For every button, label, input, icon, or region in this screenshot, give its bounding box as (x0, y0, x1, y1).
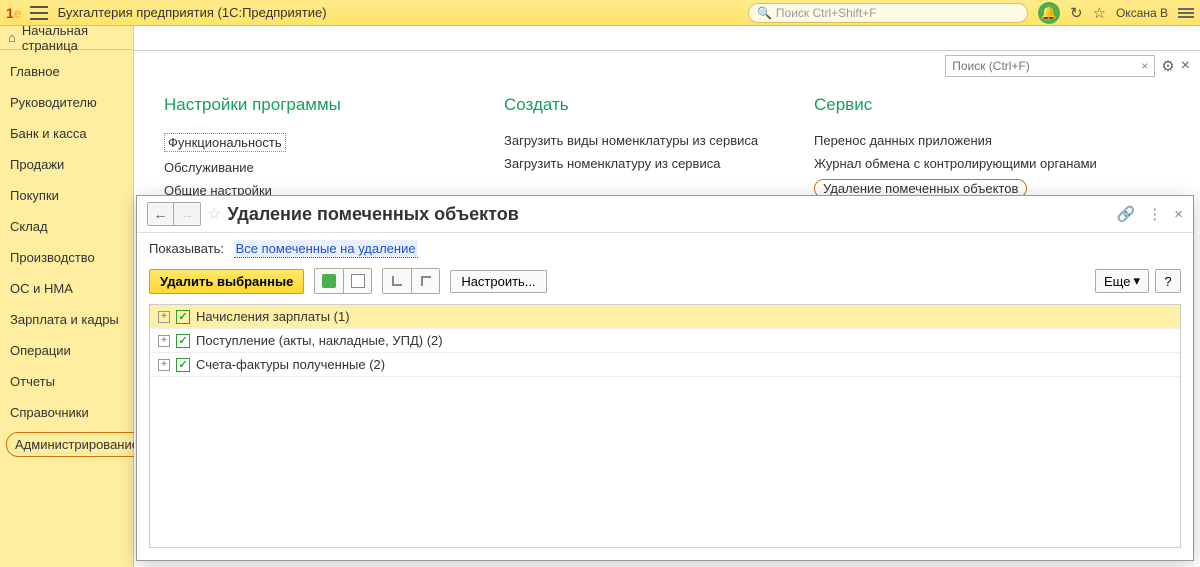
chevron-down-icon: ▾ (1133, 273, 1140, 289)
delete-selected-button[interactable]: Удалить выбранные (149, 269, 304, 294)
row-label: Поступление (акты, накладные, УПД) (2) (196, 333, 443, 348)
sidebar-item-manager[interactable]: Руководителю (0, 87, 133, 118)
section-create: Создать Загрузить виды номенклатуры из с… (504, 95, 774, 206)
close-panel-icon[interactable]: × (1181, 57, 1190, 75)
kebab-icon[interactable]: ⋮ (1147, 205, 1162, 223)
search-placeholder: Поиск Ctrl+Shift+F (776, 6, 877, 20)
sidebar-item-assets[interactable]: ОС и НМА (0, 273, 133, 304)
sidebar-item-production[interactable]: Производство (0, 242, 133, 273)
link-functionality[interactable]: Функциональность (164, 133, 464, 152)
link-exchange-journal[interactable]: Журнал обмена с контролирующими органами (814, 156, 1170, 171)
deselect-all-button[interactable] (343, 269, 371, 293)
window-title: Удаление помеченных объектов (227, 204, 1110, 225)
link-load-nomenclature[interactable]: Загрузить номенклатуру из сервиса (504, 156, 774, 171)
sidebar-item-administration[interactable]: Администрирование (6, 432, 148, 457)
tree-group (382, 268, 440, 294)
expand-icon (392, 276, 402, 286)
delete-window: ← → ☆ Удаление помеченных объектов 🔗 ⋮ ×… (136, 195, 1194, 561)
sidebar-item-purchases[interactable]: Покупки (0, 180, 133, 211)
uncheck-icon (351, 274, 365, 288)
section-title: Настройки программы (164, 95, 464, 115)
toolbar: Удалить выбранные Настроить... Еще▾ ? (137, 264, 1193, 304)
search-icon: 🔍 (757, 6, 772, 20)
collapse-tree-button[interactable] (411, 269, 439, 293)
checkbox[interactable]: ✓ (176, 334, 190, 348)
row-label: Счета-фактуры полученные (2) (196, 357, 385, 372)
sidebar-item-main[interactable]: Главное (0, 56, 133, 87)
select-group (314, 268, 372, 294)
startbar[interactable]: ⌂ Начальная страница (0, 26, 133, 50)
app-title: Бухгалтерия предприятия (1С:Предприятие) (58, 5, 748, 20)
close-icon[interactable]: × (1174, 206, 1183, 223)
more-button[interactable]: Еще▾ (1095, 269, 1149, 293)
checkbox[interactable]: ✓ (176, 358, 190, 372)
titlebar-actions: 🔔 ↻ ☆ Оксана В (1038, 2, 1194, 24)
select-all-button[interactable] (315, 269, 343, 293)
sidebar-item-sales[interactable]: Продажи (0, 149, 133, 180)
home-icon: ⌂ (8, 30, 16, 45)
checkbox[interactable]: ✓ (176, 310, 190, 324)
sidebar-item-reports[interactable]: Отчеты (0, 366, 133, 397)
tree-row[interactable]: + ✓ Поступление (акты, накладные, УПД) (… (150, 329, 1180, 353)
gear-icon[interactable]: ⚙ (1161, 57, 1174, 75)
expander-icon[interactable]: + (158, 335, 170, 347)
help-button[interactable]: ? (1155, 269, 1181, 293)
sidebar-item-salary[interactable]: Зарплата и кадры (0, 304, 133, 335)
sidebar-item-operations[interactable]: Операции (0, 335, 133, 366)
row-label: Начисления зарплаты (1) (196, 309, 350, 324)
notifications-icon[interactable]: 🔔 (1038, 2, 1060, 24)
toolbar-right: Еще▾ ? (1095, 269, 1181, 293)
nav-back-button[interactable]: ← (148, 203, 174, 225)
link-load-types[interactable]: Загрузить виды номенклатуры из сервиса (504, 133, 774, 148)
link-maintenance[interactable]: Обслуживание (164, 160, 464, 175)
link-icon[interactable]: 🔗 (1117, 205, 1136, 223)
logo-1c: 1e (6, 5, 22, 21)
section-service: Сервис Перенос данных приложения Журнал … (814, 95, 1170, 206)
titlebar: 1e Бухгалтерия предприятия (1С:Предприят… (0, 0, 1200, 26)
panel-search-input[interactable] (952, 59, 1141, 73)
section-title: Создать (504, 95, 774, 115)
filter-label: Показывать: (149, 241, 224, 256)
nav-forward-button[interactable]: → (174, 203, 200, 225)
clear-icon[interactable]: × (1141, 59, 1148, 73)
expander-icon[interactable]: + (158, 359, 170, 371)
favorite-icon[interactable]: ☆ (1093, 4, 1106, 22)
sidebar-item-bank[interactable]: Банк и касса (0, 118, 133, 149)
sidebar-item-warehouse[interactable]: Склад (0, 211, 133, 242)
tree-row[interactable]: + ✓ Счета-фактуры полученные (2) (150, 353, 1180, 377)
expand-tree-button[interactable] (383, 269, 411, 293)
window-header: ← → ☆ Удаление помеченных объектов 🔗 ⋮ × (137, 196, 1193, 233)
tree[interactable]: + ✓ Начисления зарплаты (1) + ✓ Поступле… (149, 304, 1181, 548)
sidebar-items: Главное Руководителю Банк и касса Продаж… (0, 50, 133, 467)
user-name[interactable]: Оксана В (1116, 6, 1168, 20)
collapse-icon (421, 276, 431, 286)
start-label: Начальная страница (22, 23, 125, 53)
link-data-transfer[interactable]: Перенос данных приложения (814, 133, 1170, 148)
sidebar: ⌂ Начальная страница Главное Руководител… (0, 26, 134, 567)
tree-row[interactable]: + ✓ Начисления зарплаты (1) (150, 305, 1180, 329)
configure-button[interactable]: Настроить... (450, 270, 546, 293)
settings-menu-icon[interactable] (1178, 8, 1194, 18)
section-settings: Настройки программы Функциональность Обс… (164, 95, 464, 206)
expander-icon[interactable]: + (158, 311, 170, 323)
section-title: Сервис (814, 95, 1170, 115)
history-icon[interactable]: ↻ (1070, 4, 1083, 22)
menu-icon[interactable] (30, 6, 48, 20)
sidebar-item-catalogs[interactable]: Справочники (0, 397, 133, 428)
check-icon (322, 274, 336, 288)
panel-top: × ⚙ × (134, 51, 1200, 81)
star-icon[interactable]: ☆ (207, 204, 221, 224)
filter-row: Показывать: Все помеченные на удаление (137, 233, 1193, 264)
panel-search[interactable]: × (945, 55, 1155, 77)
search-global[interactable]: 🔍 Поиск Ctrl+Shift+F (748, 3, 1028, 23)
nav-buttons: ← → (147, 202, 201, 226)
window-actions: 🔗 ⋮ × (1117, 205, 1183, 223)
filter-link[interactable]: Все помеченные на удаление (234, 240, 418, 258)
